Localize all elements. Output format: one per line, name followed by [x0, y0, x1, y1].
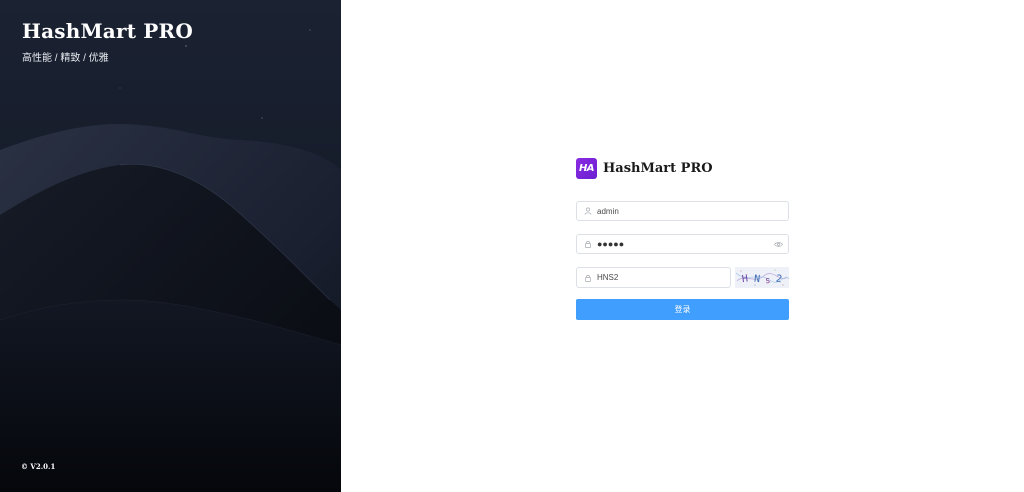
logo-icon: HA: [576, 157, 597, 179]
captcha-char: s: [765, 276, 771, 286]
captcha-row: H N s 2: [576, 267, 789, 288]
login-logo-row: HA HashMart PRO: [576, 157, 789, 179]
password-field[interactable]: ●●●●●: [576, 234, 789, 254]
brand-subtitle: 高性能 / 精致 / 优雅: [22, 53, 109, 64]
captcha-input[interactable]: [597, 269, 730, 286]
login-form: HA HashMart PRO admin ●●●●● HNS2 H N s 2…: [576, 157, 789, 320]
captcha-field[interactable]: [576, 267, 731, 288]
lock-icon: [579, 240, 597, 248]
lock-icon: [579, 274, 597, 282]
brand-title: HashMart PRO: [22, 19, 193, 43]
login-page: HashMart PRO 高性能 / 精致 / 优雅 © V2.0.1 HA H…: [0, 0, 1024, 492]
left-hero-panel: HashMart PRO 高性能 / 精致 / 优雅 © V2.0.1: [0, 0, 341, 492]
version-label: © V2.0.1: [21, 462, 56, 471]
username-field[interactable]: [576, 201, 789, 221]
desert-dunes-background: [0, 0, 341, 492]
password-input[interactable]: ●●●●●: [597, 239, 770, 249]
captcha-char: N: [753, 274, 760, 286]
right-login-panel: HA HashMart PRO admin ●●●●● HNS2 H N s 2…: [341, 0, 1024, 492]
username-input[interactable]: [597, 203, 788, 219]
login-button[interactable]: 登录: [576, 299, 789, 320]
captcha-image[interactable]: H N s 2: [735, 267, 789, 288]
login-logo-text: HashMart PRO: [603, 160, 713, 176]
user-icon: [579, 207, 597, 215]
eye-icon[interactable]: [770, 241, 786, 248]
